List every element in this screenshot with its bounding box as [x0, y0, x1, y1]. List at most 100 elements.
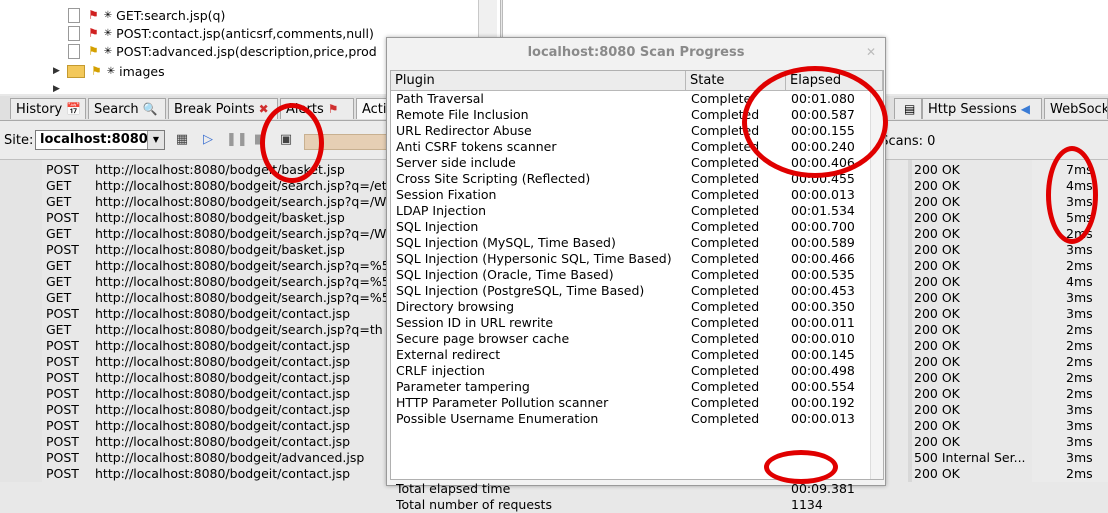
- annotation-ellipse: [260, 103, 324, 183]
- tab-search[interactable]: Search 🔍: [88, 98, 166, 119]
- plugin-row[interactable]: Parameter tampering Completed 00:00.554: [391, 379, 869, 395]
- page-icon: [68, 43, 80, 59]
- pause-icon[interactable]: ❚❚: [226, 132, 248, 148]
- annotation-ellipse: [764, 450, 838, 484]
- request-time: 2ms: [1066, 466, 1093, 481]
- flag-icon: ⚑: [327, 102, 339, 116]
- tab-label: Acti: [362, 101, 387, 117]
- request-status: 200 OK: [914, 466, 960, 481]
- tab-partial[interactable]: ▤: [894, 98, 922, 119]
- plugin-row[interactable]: CRLF injection Completed 00:00.498: [391, 363, 869, 379]
- request-method: GET: [46, 290, 72, 305]
- request-method: GET: [46, 274, 72, 289]
- plugin-state: Completed: [691, 251, 760, 266]
- plugin-elapsed: 00:00.554: [791, 379, 855, 394]
- plugin-name: External redirect: [396, 347, 501, 362]
- tab-http-sessions[interactable]: Http Sessions ◀: [922, 98, 1042, 119]
- request-url: http://localhost:8080/bodgeit/contact.js…: [95, 466, 351, 481]
- tab-active-scan[interactable]: Acti: [356, 98, 388, 119]
- plugin-state: Completed: [691, 171, 760, 186]
- request-time: 3ms: [1066, 434, 1093, 449]
- request-time: 3ms: [1066, 418, 1093, 433]
- plugin-elapsed: 00:00.013: [791, 411, 855, 426]
- request-status: 200 OK: [914, 434, 960, 449]
- plugin-state: Completed: [691, 363, 760, 378]
- plugin-name: Possible Username Enumeration: [396, 411, 599, 426]
- request-method: POST: [46, 162, 79, 177]
- plugin-elapsed: 00:00.453: [791, 283, 855, 298]
- total-requests-value: 1134: [791, 497, 823, 512]
- plugin-row[interactable]: Possible Username Enumeration Completed 00…: [391, 411, 869, 427]
- plugin-state: Completed: [691, 235, 760, 250]
- request-method: GET: [46, 178, 72, 193]
- request-method: POST: [46, 386, 79, 401]
- plugin-row[interactable]: SQL Injection (MySQL, Time Based) Complet…: [391, 235, 869, 251]
- site-select[interactable]: localhost:8080 ▼: [35, 130, 165, 150]
- plugin-state: Completed: [691, 347, 760, 362]
- tree-node[interactable]: ⚑ ✳ POST:contact.jsp(anticsrf,comments,n…: [68, 24, 374, 42]
- request-method: POST: [46, 450, 79, 465]
- flag-icon: ⚑: [88, 44, 99, 58]
- request-time: 3ms: [1066, 402, 1093, 417]
- plugin-row[interactable]: LDAP Injection Completed 00:01.534: [391, 203, 869, 219]
- plugin-row[interactable]: SQL Injection (Oracle, Time Based) Comple…: [391, 267, 869, 283]
- request-status: 200 OK: [914, 290, 960, 305]
- tree-node[interactable]: ▶ ⚑ ✳ images: [53, 62, 165, 80]
- tab-label: Http Sessions: [928, 101, 1017, 117]
- spider-icon: ✳: [103, 45, 113, 57]
- plugin-row[interactable]: Session ID in URL rewrite Completed 00:00.…: [391, 315, 869, 331]
- plugin-row[interactable]: SQL Injection Completed 00:00.700: [391, 219, 869, 235]
- request-time: 2ms: [1066, 354, 1093, 369]
- plugin-row[interactable]: External redirect Completed 00:00.145: [391, 347, 869, 363]
- column-header-plugin[interactable]: Plugin: [391, 71, 686, 90]
- plugin-name: Directory browsing: [396, 299, 515, 314]
- plugin-row[interactable]: SQL Injection (PostgreSQL, Time Based) Co…: [391, 283, 869, 299]
- request-url: http://localhost:8080/bodgeit/contact.js…: [95, 418, 351, 433]
- request-method: GET: [46, 226, 72, 241]
- flag-icon: ⚑: [88, 26, 99, 40]
- request-method: GET: [46, 194, 72, 209]
- tab-break-points[interactable]: Break Points ✖: [168, 98, 278, 119]
- expand-arrow-icon[interactable]: ▶: [53, 66, 63, 76]
- request-method: POST: [46, 434, 79, 449]
- tree-node[interactable]: ⚑ ✳ GET:search.jsp(q): [68, 6, 225, 24]
- plugin-name: Secure page browser cache: [396, 331, 570, 346]
- tree-node[interactable]: ⚑ ✳ POST:advanced.jsp(description,price,…: [68, 42, 377, 60]
- request-status: 200 OK: [914, 338, 960, 353]
- plugin-name: Remote File Inclusion: [396, 107, 529, 122]
- plugin-state: Completed: [691, 395, 760, 410]
- tab-websockets[interactable]: WebSock: [1044, 98, 1108, 119]
- annotation-ellipse: [1046, 146, 1098, 244]
- plugin-row[interactable]: Secure page browser cache Completed 00:00.…: [391, 331, 869, 347]
- plugin-row[interactable]: Directory browsing Completed 00:00.350: [391, 299, 869, 315]
- plugin-elapsed: 00:00.700: [791, 219, 855, 234]
- scan-options-icon[interactable]: ▦: [174, 132, 190, 148]
- total-requests-row: Total number of requests 1134: [391, 497, 869, 513]
- request-time: 4ms: [1066, 274, 1093, 289]
- play-icon[interactable]: ▷: [200, 132, 216, 148]
- plugin-row[interactable]: HTTP Parameter Pollution scanner Complete…: [391, 395, 869, 411]
- tree-node-label: POST:advanced.jsp(description,price,prod: [116, 43, 377, 59]
- spider-icon: ✳: [103, 9, 113, 21]
- request-method: POST: [46, 354, 79, 369]
- chevron-down-icon[interactable]: ▼: [147, 131, 164, 149]
- tab-label: Search: [94, 101, 139, 117]
- tab-label: WebSock: [1050, 101, 1108, 117]
- close-icon[interactable]: ✕: [865, 46, 877, 58]
- request-url: http://localhost:8080/bodgeit/search.jsp…: [95, 226, 387, 241]
- request-status: 200 OK: [914, 306, 960, 321]
- tree-node[interactable]: ▶: [53, 80, 67, 94]
- request-status: 200 OK: [914, 322, 960, 337]
- request-status: 200 OK: [914, 242, 960, 257]
- plugin-name: SQL Injection: [396, 219, 479, 234]
- request-time: 3ms: [1066, 306, 1093, 321]
- expand-arrow-icon[interactable]: ▶: [53, 84, 63, 94]
- plugin-row[interactable]: Session Fixation Completed 00:00.013: [391, 187, 869, 203]
- request-url: http://localhost:8080/bodgeit/basket.jsp: [95, 162, 345, 177]
- plugin-row[interactable]: SQL Injection (Hypersonic SQL, Time Base…: [391, 251, 869, 267]
- tab-history[interactable]: History 📅: [10, 98, 86, 119]
- plugin-name: Path Traversal: [396, 91, 484, 106]
- request-method: GET: [46, 258, 72, 273]
- plugin-elapsed: 00:01.534: [791, 203, 855, 218]
- plugin-name: Anti CSRF tokens scanner: [396, 139, 557, 154]
